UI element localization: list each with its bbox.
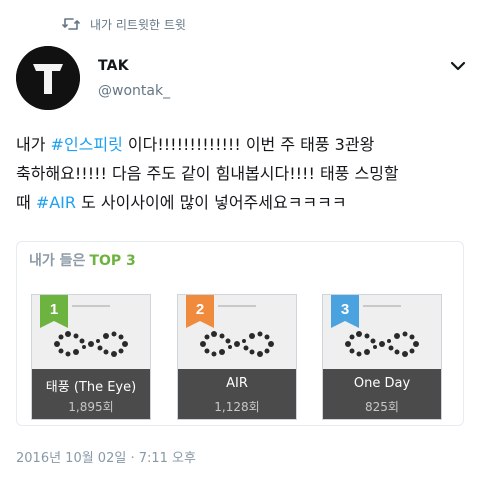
tweet-text-segment: 도 사이사이에 많이 넣어주세요ㅋㅋㅋㅋ bbox=[76, 193, 347, 212]
tweet-text-segment: 때 bbox=[16, 193, 36, 212]
album-info: 태풍 (The Eye) 1,895회 bbox=[32, 369, 150, 419]
album-play-count: 1,895회 bbox=[68, 400, 114, 414]
card-title-highlight: TOP 3 bbox=[89, 253, 136, 269]
author-handle[interactable]: @wontak_ bbox=[98, 83, 170, 99]
retweet-icon bbox=[62, 18, 80, 30]
svg-text:3: 3 bbox=[341, 301, 349, 318]
tweet-text-segment: 이다!!!!!!!!!!!!! 이번 주 태풍 3관왕 bbox=[122, 135, 375, 154]
tweet-line-2: 축하해요!!!!! 다음 주도 같이 힘내봅시다!!!! 태풍 스밍할 bbox=[16, 164, 399, 183]
tweet-text-segment: 내가 bbox=[16, 135, 51, 154]
tweet-text: 내가 #인스피릿 이다!!!!!!!!!!!!! 이번 주 태풍 3관왕 축하해… bbox=[16, 130, 472, 217]
avatar[interactable] bbox=[16, 46, 80, 110]
infinity-art-icon bbox=[54, 331, 128, 357]
album-info: AIR 1,128회 bbox=[178, 369, 296, 419]
tweet-line-1: 내가 #인스피릿 이다!!!!!!!!!!!!! 이번 주 태풍 3관왕 bbox=[16, 130, 472, 159]
top3-card[interactable]: 내가 들은 TOP 3 1 태풍 (The Eye) 1,895회 2 AIR … bbox=[16, 241, 464, 426]
hashtag-inspirit[interactable]: #인스피릿 bbox=[51, 135, 123, 154]
album-info: One Day 825회 bbox=[323, 369, 441, 419]
avatar-logo bbox=[16, 46, 80, 110]
infinity-art-icon bbox=[200, 331, 274, 357]
svg-text:2: 2 bbox=[196, 301, 204, 318]
retweet-label: 내가 리트윗한 트윗 bbox=[90, 17, 186, 32]
album-tile-3[interactable]: 3 One Day 825회 bbox=[322, 294, 442, 420]
album-song-title: 태풍 (The Eye) bbox=[45, 380, 137, 395]
tweet-timestamp[interactable]: 2016년 10월 02일 · 7:11 오후 bbox=[16, 447, 196, 466]
album-play-count: 825회 bbox=[365, 400, 399, 414]
album-song-title: AIR bbox=[226, 376, 248, 391]
card-title-prefix: 내가 들은 bbox=[29, 253, 86, 269]
svg-text:1: 1 bbox=[50, 301, 58, 318]
author-name[interactable]: TAK bbox=[98, 58, 129, 74]
rank-badge-1: 1 bbox=[40, 295, 68, 328]
chevron-down-icon[interactable] bbox=[448, 58, 468, 74]
rank-badge-2: 2 bbox=[186, 295, 214, 328]
album-tile-1[interactable]: 1 태풍 (The Eye) 1,895회 bbox=[31, 294, 151, 420]
rank-badge-3: 3 bbox=[331, 295, 359, 328]
album-song-title: One Day bbox=[353, 376, 411, 391]
tweet-line-3: 때 #AIR 도 사이사이에 많이 넣어주세요ㅋㅋㅋㅋ bbox=[16, 188, 472, 217]
hashtag-air[interactable]: #AIR bbox=[36, 193, 76, 212]
infinity-art-icon bbox=[345, 331, 419, 357]
retweet-header: 내가 리트윗한 트윗 bbox=[62, 14, 186, 34]
card-title: 내가 들은 TOP 3 bbox=[29, 250, 136, 270]
album-tile-2[interactable]: 2 AIR 1,128회 bbox=[177, 294, 297, 420]
album-play-count: 1,128회 bbox=[214, 400, 260, 414]
